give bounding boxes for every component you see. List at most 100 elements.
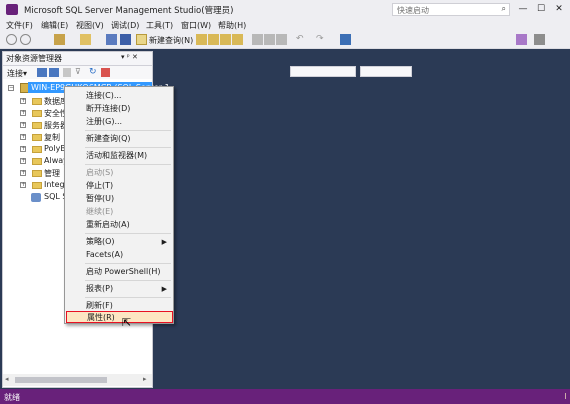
ctx-label: 停止(T): [86, 181, 114, 190]
ctx-label: 策略(O): [86, 237, 115, 246]
ctx-restart[interactable]: 重新启动(A): [67, 219, 171, 231]
open-file-icon[interactable]: [80, 34, 91, 45]
filter-icon[interactable]: ⊽: [75, 67, 81, 76]
panel-pin-close-icons[interactable]: ▾ ᵖ ✕: [121, 53, 138, 61]
redo-icon[interactable]: ↷: [316, 34, 327, 45]
context-menu: 连接(C)... 断开连接(D) 注册(G)... 新建查询(Q) 活动和监视器…: [64, 86, 174, 324]
object-explorer-header: 对象资源管理器 ▾ ᵖ ✕: [3, 52, 152, 66]
folder-icon: [32, 110, 42, 117]
expand-icon[interactable]: +: [20, 110, 26, 116]
ctx-new-query[interactable]: 新建查询(Q): [67, 133, 171, 145]
submenu-arrow-icon: ▶: [161, 238, 167, 246]
minimize-button[interactable]: —: [514, 2, 532, 16]
ctx-facets[interactable]: Facets(A): [67, 249, 171, 261]
expand-icon[interactable]: +: [20, 122, 26, 128]
back-icon[interactable]: [6, 34, 17, 45]
expand-icon[interactable]: +: [20, 158, 26, 164]
folder-icon: [32, 182, 42, 189]
toolbox-icon[interactable]: [534, 34, 545, 45]
refresh-icon[interactable]: ↻: [89, 67, 97, 77]
ctx-start: 启动(S): [67, 167, 171, 179]
horizontal-scrollbar[interactable]: ◂ ▸: [3, 374, 152, 386]
folder-icon: [32, 146, 42, 153]
ctx-disconnect[interactable]: 断开连接(D): [67, 103, 171, 115]
activity-monitor-icon[interactable]: [101, 68, 110, 77]
expand-icon[interactable]: +: [20, 98, 26, 104]
undo-icon[interactable]: ↶: [296, 34, 307, 45]
menu-edit[interactable]: 编辑(E): [41, 20, 68, 31]
expand-icon[interactable]: +: [20, 182, 26, 188]
ctx-properties[interactable]: 属性(R): [66, 311, 173, 323]
dmx-query-icon[interactable]: [220, 34, 231, 45]
new-query-icon[interactable]: [136, 34, 147, 45]
ctx-separator: [85, 297, 171, 298]
menu-view[interactable]: 视图(V): [76, 20, 104, 31]
ctx-separator: [85, 280, 171, 281]
ctx-separator: [85, 130, 171, 131]
properties-icon[interactable]: [516, 34, 527, 45]
expand-icon[interactable]: +: [20, 134, 26, 140]
copy-icon[interactable]: [264, 34, 275, 45]
xmla-query-icon[interactable]: [232, 34, 243, 45]
stop-icon[interactable]: [63, 68, 71, 77]
mouse-cursor-icon: ⇱: [122, 316, 132, 329]
menu-bar: 文件(F) 编辑(E) 视图(V) 调试(D) 工具(T) 窗口(W) 帮助(H…: [0, 19, 570, 32]
ctx-label: 断开连接(D): [86, 104, 131, 113]
menu-debug[interactable]: 调试(D): [111, 20, 139, 31]
paste-icon[interactable]: [276, 34, 287, 45]
connect-button[interactable]: 连接▾: [7, 68, 27, 79]
ssms-logo-icon: [6, 4, 18, 15]
maximize-button[interactable]: ☐: [532, 2, 550, 16]
ctx-resume: 继续(E): [67, 206, 171, 218]
scrollbar-thumb[interactable]: [15, 377, 107, 383]
scroll-left-icon[interactable]: ◂: [5, 375, 9, 383]
collapse-icon[interactable]: −: [8, 85, 14, 91]
save-all-icon[interactable]: [120, 34, 131, 45]
status-text: 就绪: [4, 393, 20, 402]
ctx-label: 启动(S): [86, 168, 114, 177]
platform-dropdown[interactable]: [360, 66, 412, 77]
expand-icon[interactable]: +: [20, 170, 26, 176]
tree-node-label: 管理: [44, 169, 60, 178]
ctx-register[interactable]: 注册(G)...: [67, 116, 171, 128]
ctx-label: 重新启动(A): [86, 220, 130, 229]
new-project-icon[interactable]: [54, 34, 65, 45]
ctx-activity-monitor[interactable]: 活动和监视器(M): [67, 150, 171, 162]
tree-node-label: 复制: [44, 133, 60, 142]
ctx-label: 活动和监视器(M): [86, 151, 148, 160]
menu-file[interactable]: 文件(F): [6, 20, 33, 31]
title-bar: Microsoft SQL Server Management Studio(管…: [0, 0, 570, 19]
connect-object-icon[interactable]: [37, 68, 47, 77]
menu-window[interactable]: 窗口(W): [181, 20, 211, 31]
ctx-connect[interactable]: 连接(C)...: [67, 90, 171, 102]
save-icon[interactable]: [106, 34, 117, 45]
menu-tools[interactable]: 工具(T): [146, 20, 173, 31]
ctx-separator: [85, 164, 171, 165]
mdx-query-icon[interactable]: [208, 34, 219, 45]
ctx-label: 新建查询(Q): [86, 134, 131, 143]
ctx-stop[interactable]: 停止(T): [67, 180, 171, 192]
expand-icon[interactable]: +: [20, 146, 26, 152]
ctx-start-powershell[interactable]: 启动 PowerShell(H): [67, 266, 171, 278]
solution-config-dropdown[interactable]: [290, 66, 356, 77]
cut-icon[interactable]: [252, 34, 263, 45]
ctx-policies[interactable]: 策略(O) ▶: [67, 236, 171, 248]
solution-icon[interactable]: [340, 34, 351, 45]
close-button[interactable]: ✕: [550, 2, 568, 16]
ctx-pause[interactable]: 暂停(U): [67, 193, 171, 205]
quick-launch-input[interactable]: 快速启动 ⌕: [392, 3, 510, 16]
ctx-label: 连接(C)...: [86, 91, 122, 100]
folder-icon: [32, 98, 42, 105]
disconnect-icon[interactable]: [49, 68, 59, 77]
folder-icon: [32, 170, 42, 177]
forward-icon[interactable]: [20, 34, 31, 45]
resize-grip-icon[interactable]: [559, 393, 566, 399]
ctx-label: 启动 PowerShell(H): [86, 267, 161, 276]
ctx-label: 注册(G)...: [86, 117, 123, 126]
menu-help[interactable]: 帮助(H): [218, 20, 246, 31]
ctx-reports[interactable]: 报表(P) ▶: [67, 283, 171, 295]
window-title: Microsoft SQL Server Management Studio(管…: [24, 6, 234, 16]
scroll-right-icon[interactable]: ▸: [143, 375, 147, 383]
db-query-icon[interactable]: [196, 34, 207, 45]
new-query-button[interactable]: 新建查询(N): [149, 35, 193, 46]
